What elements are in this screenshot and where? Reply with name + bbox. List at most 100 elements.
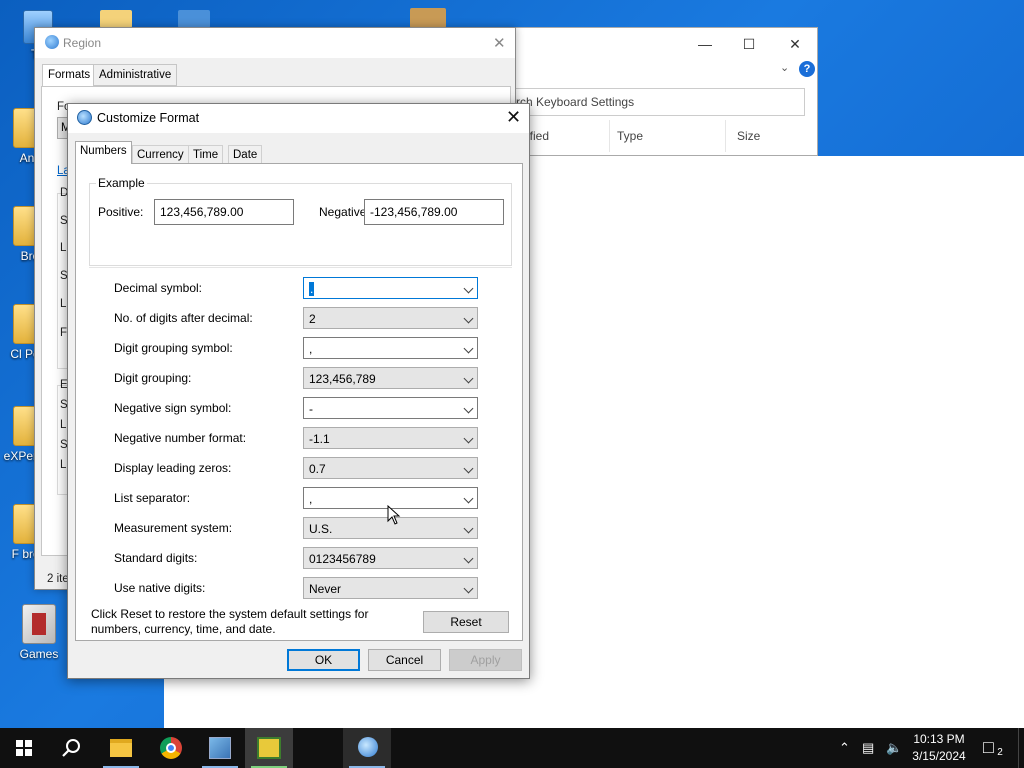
chevron-up-icon[interactable]: ⌃ [839, 740, 850, 756]
column-header-type[interactable]: Type [617, 129, 643, 143]
explorer-window: — ☐ ✕ ⌄ ? rch Keyboard Settings ified Ty… [498, 27, 818, 156]
tab-time[interactable]: Time [188, 145, 224, 164]
chrome-icon [160, 737, 182, 759]
standard-digits-dropdown[interactable]: 0123456789 [303, 547, 478, 569]
column-header-modified[interactable]: ified [527, 129, 549, 143]
digit-grouping-dropdown[interactable]: 123,456,789 [303, 367, 478, 389]
use-native-digits-dropdown[interactable]: Never [303, 577, 478, 599]
chevron-down-icon[interactable] [463, 583, 474, 594]
file-explorer-icon [110, 739, 132, 757]
numbers-panel: Example Positive: 123,456,789.00 Negativ… [75, 163, 523, 641]
desktop-package-icon[interactable] [410, 8, 446, 28]
taskbar-file-explorer[interactable] [97, 728, 145, 768]
globe-icon [45, 35, 59, 49]
digit-grouping-symbol-label: Digit grouping symbol: [114, 341, 233, 355]
mouse-cursor-icon [387, 505, 401, 525]
help-icon[interactable]: ? [799, 61, 815, 77]
show-desktop-button[interactable] [1018, 728, 1024, 768]
minimize-button[interactable]: — [695, 34, 715, 54]
taskbar-app[interactable] [245, 728, 293, 768]
negative-example-field: -123,456,789.00 [364, 199, 504, 225]
negative-number-format-dropdown[interactable]: -1.1 [303, 427, 478, 449]
chevron-down-icon[interactable] [463, 523, 474, 534]
tab-date[interactable]: Date [228, 145, 263, 164]
windows-logo-icon [16, 740, 32, 756]
region-icon [358, 737, 378, 757]
apply-button[interactable]: Apply [449, 649, 522, 671]
search-button[interactable] [48, 728, 96, 768]
decimal-symbol-label: Decimal symbol: [114, 281, 203, 295]
chevron-down-icon[interactable]: ⌄ [780, 61, 789, 74]
desktop-icon-games[interactable]: Games [9, 604, 69, 661]
first-day-label: F [60, 327, 68, 339]
globe-icon [77, 110, 92, 125]
dialog-titlebar[interactable]: Customize Format ✕ [68, 104, 529, 133]
search-input[interactable]: rch Keyboard Settings [507, 88, 805, 116]
clock-date[interactable]: 3/15/2024 [906, 749, 972, 763]
desktop: Th Anti Bro Cl Pers eXPer set F brow Gam… [0, 0, 1024, 728]
negative-number-format-label: Negative number format: [114, 431, 247, 445]
notification-count-badge: 2 [997, 747, 1003, 758]
chevron-down-icon[interactable] [463, 313, 474, 324]
example-group: Example Positive: 123,456,789.00 Negativ… [89, 176, 512, 266]
taskbar-control-panel[interactable] [196, 728, 244, 768]
network-icon[interactable]: ▤ [862, 740, 874, 756]
column-header-size[interactable]: Size [737, 129, 760, 143]
maximize-button[interactable]: ☐ [739, 34, 759, 54]
example-long-time: L [60, 459, 67, 471]
use-native-digits-label: Use native digits: [114, 581, 206, 595]
customize-format-dialog: Customize Format ✕ Numbers Currency Time… [67, 103, 530, 679]
clock-time[interactable]: 10:13 PM [906, 732, 972, 746]
column-divider [609, 120, 610, 152]
reset-note: Click Reset to restore the system defaul… [91, 607, 369, 636]
tab-currency[interactable]: Currency [132, 145, 189, 164]
start-button[interactable] [0, 728, 48, 768]
standard-digits-label: Standard digits: [114, 551, 198, 565]
chevron-down-icon[interactable] [463, 463, 474, 474]
digit-grouping-symbol-combo[interactable]: , [303, 337, 478, 359]
chevron-down-icon[interactable] [463, 433, 474, 444]
desktop-shortcut-icon[interactable] [178, 10, 210, 28]
list-separator-label: List separator: [114, 491, 191, 505]
long-date-label: L [60, 242, 67, 254]
tab-numbers[interactable]: Numbers [75, 141, 132, 164]
chevron-down-icon[interactable] [463, 343, 474, 354]
reset-button[interactable]: Reset [423, 611, 509, 633]
digits-after-decimal-dropdown[interactable]: 2 [303, 307, 478, 329]
tab-formats[interactable]: Formats [42, 64, 97, 87]
positive-label: Positive: [98, 205, 144, 219]
control-panel-icon [209, 737, 231, 759]
region-title: Region [63, 36, 102, 50]
example-legend: Example [96, 176, 147, 190]
desktop-icon-label: Games [19, 647, 59, 661]
negative-sign-symbol-combo[interactable]: - [303, 397, 478, 419]
chevron-down-icon[interactable] [463, 553, 474, 564]
decimal-symbol-combo[interactable]: . [303, 277, 478, 299]
negative-label: Negative: [319, 205, 370, 219]
display-leading-zeros-label: Display leading zeros: [114, 461, 232, 475]
app-icon [257, 737, 281, 759]
cancel-button[interactable]: Cancel [368, 649, 441, 671]
close-icon[interactable]: ✕ [506, 107, 521, 128]
taskbar-chrome[interactable] [147, 728, 195, 768]
chevron-down-icon[interactable] [463, 373, 474, 384]
close-icon[interactable]: ✕ [493, 34, 506, 52]
desktop-folder-icon[interactable] [100, 10, 132, 28]
chevron-down-icon[interactable] [463, 283, 474, 294]
chevron-down-icon[interactable] [463, 493, 474, 504]
negative-sign-symbol-label: Negative sign symbol: [114, 401, 232, 415]
status-bar: 2 ite [47, 573, 69, 585]
taskbar-region[interactable] [343, 728, 391, 768]
volume-muted-icon[interactable]: 🔈 [886, 740, 902, 756]
display-leading-zeros-dropdown[interactable]: 0.7 [303, 457, 478, 479]
digit-grouping-label: Digit grouping: [114, 371, 192, 385]
ok-button[interactable]: OK [287, 649, 360, 671]
divider [89, 267, 512, 268]
close-button[interactable]: ✕ [785, 34, 805, 54]
chevron-down-icon[interactable] [463, 403, 474, 414]
positive-example-field: 123,456,789.00 [154, 199, 294, 225]
digits-after-decimal-label: No. of digits after decimal: [114, 311, 253, 325]
region-titlebar[interactable]: Region ✕ [35, 28, 515, 58]
notifications-icon[interactable]: □ [983, 737, 994, 758]
tab-administrative[interactable]: Administrative [93, 64, 178, 86]
